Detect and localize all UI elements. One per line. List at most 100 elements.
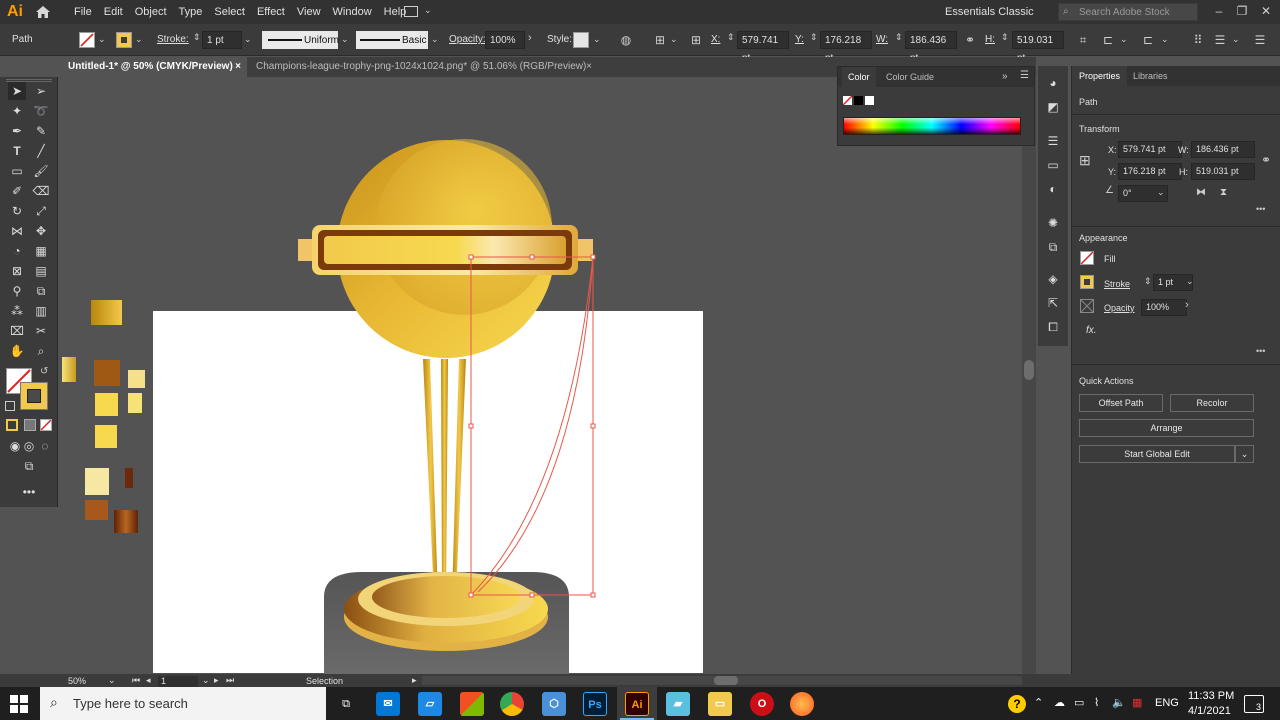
menu-window[interactable]: Window [327,0,378,24]
edit-toolbar-icon[interactable]: ••• [20,483,38,501]
chevron-right-icon[interactable]: › [528,32,532,44]
selection-tool-icon[interactable]: ➤ [8,82,26,100]
tab-untitled-1[interactable]: Untitled-1* @ 50% (CMYK/Preview) × [62,57,247,77]
slice-tool-icon[interactable]: ✂ [32,322,50,340]
global-edit-options-button[interactable]: ⌄ [1235,445,1254,463]
puppet-warp-tool-icon[interactable]: ✥ [32,222,50,240]
chevron-down-icon[interactable]: ⌄ [1161,34,1169,45]
opacity-label[interactable]: Opacity: [449,34,486,45]
height-field[interactable]: 519.031 pt [1012,31,1064,64]
properties-panel-icon[interactable]: ◕ [1044,74,1062,92]
constrain-proportions-icon[interactable]: ⚭ [1261,153,1271,167]
scroll-thumb[interactable] [1024,360,1034,380]
chevron-down-icon[interactable]: ⌄ [1120,34,1128,45]
brush-definition[interactable]: Basic [356,31,428,49]
graphic-style-swatch[interactable] [573,32,589,48]
shape-mode-icon[interactable]: ⊏ [1140,32,1156,48]
gradient-panel-icon[interactable]: ◩ [1044,98,1062,116]
offset-path-button[interactable]: Offset Path [1079,394,1163,412]
y-position-field[interactable]: 176.218 pt [1118,163,1182,180]
close-icon[interactable]: ✕ [1255,2,1277,20]
zoom-level[interactable]: 50% [68,676,86,686]
menu-effect[interactable]: Effect [251,0,291,24]
flip-horizontal-icon[interactable]: ⧓ [1196,187,1206,198]
color-mode-icon[interactable] [6,419,18,431]
menu-file[interactable]: File [68,0,98,24]
color-spectrum[interactable] [843,117,1021,135]
fill-none-swatch[interactable] [1080,251,1094,265]
stepper-icon[interactable]: ⇕ [1144,276,1152,287]
white-swatch[interactable] [865,96,874,105]
workspace-switcher[interactable]: Essentials Classic ⌄ [945,3,1045,36]
menu-view[interactable]: View [291,0,327,24]
whiteboard-icon[interactable]: ▱ [418,692,442,716]
panel-menu-icon[interactable]: ☰ [1252,32,1268,48]
direct-selection-tool-icon[interactable]: ➢ [32,82,50,100]
shaper-tool-icon[interactable]: ✐ [8,182,26,200]
artboard-tool-icon[interactable]: ⌧ [8,322,26,340]
perspective-grid-tool-icon[interactable]: ▦ [32,242,50,260]
network-icon[interactable]: ⌇ [1094,696,1099,709]
variable-width-profile[interactable]: Uniform [262,31,339,49]
clock-time[interactable]: 11:33 PM [1188,690,1234,702]
security-icon[interactable]: ▦ [1132,696,1142,709]
recolor-button[interactable]: Recolor [1170,394,1254,412]
x-position-field[interactable]: 579.741 pt [737,31,789,64]
stroke-swatch[interactable] [20,382,48,410]
y-position-field[interactable]: 176.218 pt [820,31,872,64]
mesh-tool-icon[interactable]: ⊠ [8,262,26,280]
default-fill-stroke-icon[interactable] [5,401,15,411]
x-position-field[interactable]: 579.741 pt [1118,141,1182,158]
chevron-down-icon[interactable]: ⌄ [1157,187,1165,198]
recolor-artwork-icon[interactable]: ◍ [618,32,634,48]
restore-icon[interactable]: ❐ [1231,2,1253,20]
paintbrush-tool-icon[interactable]: 🖌 [32,162,50,180]
artboards-panel-icon[interactable]: ⧠ [1044,318,1062,336]
chevron-down-icon[interactable]: ⌄ [431,34,439,45]
next-artboard-icon[interactable]: ▸ [214,675,219,686]
opera-icon[interactable]: O [750,692,774,716]
close-tab-icon[interactable]: × [235,57,241,77]
chrome-icon[interactable] [500,692,524,716]
more-options-icon[interactable]: ••• [1256,346,1265,356]
battery-icon[interactable]: ▭ [1074,696,1084,709]
chevron-up-icon[interactable]: ⌃ [1034,696,1043,709]
menu-select[interactable]: Select [208,0,251,24]
swap-fill-stroke-icon[interactable]: ↺ [40,366,48,377]
opacity-field[interactable]: 100% [1141,299,1187,316]
previous-artboard-icon[interactable]: ◂ [146,675,151,686]
reference-point-icon[interactable]: ⊞ [1079,152,1095,168]
opacity-field[interactable]: 100% [485,31,525,49]
column-graph-tool-icon[interactable]: ▥ [32,302,50,320]
chevron-down-icon[interactable]: ⌄ [108,675,116,686]
stroke-color-swatch[interactable] [116,32,132,48]
vertical-scrollbar[interactable] [1022,77,1036,674]
align-to-icon[interactable]: ⊞ [652,32,668,48]
arrange-button[interactable]: Arrange [1079,419,1254,437]
lasso-tool-icon[interactable]: ➰ [32,102,50,120]
none-mode-icon[interactable] [40,419,52,431]
chevron-down-icon[interactable]: ⌄ [424,5,432,16]
scroll-thumb[interactable] [714,676,738,685]
first-artboard-icon[interactable]: ⏮ [132,675,140,686]
rotate-tool-icon[interactable]: ↻ [8,202,26,220]
menu-object[interactable]: Object [129,0,173,24]
height-field[interactable]: 519.031 pt [1191,163,1255,180]
menu-edit[interactable]: Edit [98,0,129,24]
chevron-right-icon[interactable]: ▸ [412,675,417,686]
line-segment-tool-icon[interactable]: ╱ [32,142,50,160]
chevron-down-icon[interactable]: ⌄ [98,34,106,45]
brushes-panel-icon[interactable]: ✺ [1044,214,1062,232]
curvature-tool-icon[interactable]: ✎ [32,122,50,140]
photoshop-icon[interactable]: Ps [583,692,607,716]
export-panel-icon[interactable]: ⇱ [1044,294,1062,312]
tab-libraries[interactable]: Libraries [1133,66,1168,86]
black-swatch[interactable] [854,96,863,105]
chevron-down-icon[interactable]: ⌄ [670,34,678,45]
home-icon[interactable] [30,0,56,24]
gradient-mode-icon[interactable] [24,419,36,431]
start-global-edit-button[interactable]: Start Global Edit [1079,445,1235,463]
transparency-panel-icon[interactable]: ◐ [1044,180,1062,198]
distribute-icon[interactable]: ☰ [1212,32,1228,48]
scale-tool-icon[interactable]: ⤢ [32,202,50,220]
